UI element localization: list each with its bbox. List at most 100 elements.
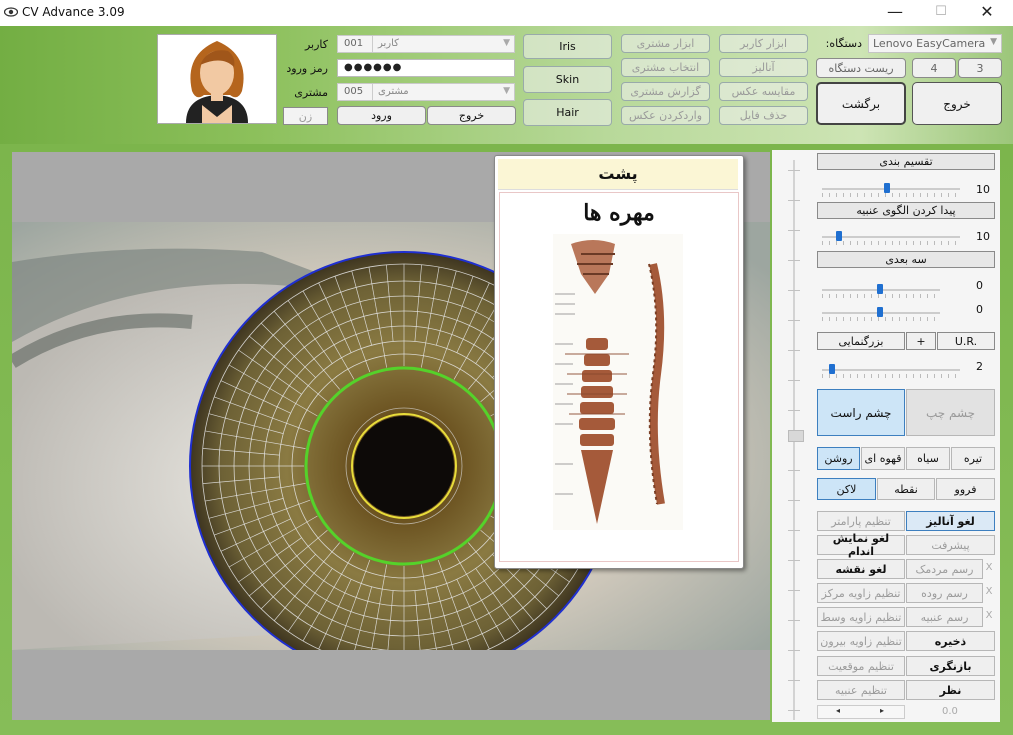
password-label: رمز ورود — [286, 62, 328, 75]
set-iris-button[interactable]: تنظیم عنبیه — [817, 680, 905, 700]
slider-knob[interactable] — [829, 364, 835, 374]
horizontal-scrollbar[interactable]: ◂ ▸ — [817, 705, 905, 719]
user-name: کاربر — [378, 38, 399, 49]
three-d-header[interactable]: سه بعدی — [817, 251, 995, 268]
left-eye-button[interactable]: چشم چپ — [906, 389, 995, 436]
user-avatar-icon — [186, 41, 248, 123]
zoom-value: 2 — [976, 360, 983, 373]
reset-device-button[interactable]: ریست دستگاه — [816, 58, 906, 78]
draw-iris-button[interactable]: رسم عنبیه — [906, 607, 983, 627]
shade-black-button[interactable]: سیاه — [906, 447, 950, 470]
close-button[interactable]: ✕ — [964, 0, 1010, 26]
cancel-analysis-button[interactable]: لغو آنالیز — [906, 511, 995, 531]
slider-knob[interactable] — [884, 183, 890, 193]
coord-readout: 0.0 — [942, 706, 958, 717]
hair-mode-button[interactable]: Hair — [523, 99, 612, 126]
chevron-down-icon: ▼ — [990, 37, 997, 47]
back-button[interactable]: برگشت — [816, 82, 906, 125]
set-params-button[interactable]: تنظیم پارامتر — [817, 511, 905, 531]
segmentation-header[interactable]: تقسیم بندی — [817, 153, 995, 170]
right-eye-button[interactable]: چشم راست — [817, 389, 905, 436]
iris-pattern-value: 10 — [976, 230, 990, 243]
slider-knob[interactable] — [877, 307, 883, 317]
clear-intestine-icon[interactable]: X — [984, 583, 994, 601]
window-title: CV Advance 3.09 — [22, 5, 125, 19]
slider-knob[interactable] — [836, 231, 842, 241]
clear-pupil-icon[interactable]: X — [984, 559, 994, 577]
compare-photo-button[interactable]: مقایسه عکس — [719, 82, 808, 101]
eye-icon — [4, 7, 18, 17]
camera-3-button[interactable]: 3 — [958, 58, 1002, 78]
segmentation-value: 10 — [976, 183, 990, 196]
spine-illustration — [553, 234, 683, 530]
zoom-slider[interactable] — [822, 362, 960, 380]
ur-button[interactable]: U.R. — [937, 332, 995, 350]
shade-brown-button[interactable]: قهوه ای — [861, 447, 905, 470]
plus-button[interactable]: + — [906, 332, 936, 350]
restore-button[interactable]: بازنگری — [906, 656, 995, 676]
mark-lacuna-button[interactable]: لاکن — [817, 478, 876, 500]
save-button[interactable]: ذخیره — [906, 631, 995, 651]
customer-name: مشتری — [378, 86, 409, 97]
user-label: کاربر — [304, 38, 328, 51]
three-d-slider-2[interactable] — [822, 305, 940, 323]
device-value: Lenovo EasyCamera — [873, 37, 986, 50]
three-d-slider-1[interactable] — [822, 282, 940, 300]
shade-light-button[interactable]: روشن — [817, 447, 860, 470]
chevron-down-icon: ▼ — [503, 38, 510, 48]
cancel-organs-button[interactable]: لغو نمایش اندام — [817, 532, 905, 558]
customer-code: 005 — [344, 86, 364, 97]
analyze-button[interactable]: آنالیز — [719, 58, 808, 77]
set-center-angle-button[interactable]: تنظیم زاویه مرکز — [817, 583, 905, 603]
login-button[interactable]: ورود — [337, 106, 426, 125]
customer-select[interactable]: 005 مشتری ▼ — [337, 83, 515, 101]
avatar — [157, 34, 277, 124]
set-position-button[interactable]: تنظیم موقعیت — [817, 656, 905, 676]
user-select[interactable]: 001 کاربر ▼ — [337, 35, 515, 53]
skin-mode-button[interactable]: Skin — [523, 66, 612, 93]
mark-dot-button[interactable]: نقطه — [877, 478, 935, 500]
slider-knob[interactable] — [877, 284, 883, 294]
gender-field[interactable]: زن — [283, 107, 328, 125]
user-tools-button[interactable]: ابزار کاربر — [719, 34, 808, 53]
device-select[interactable]: Lenovo EasyCamera ▼ — [868, 34, 1002, 53]
import-photo-button[interactable]: واردکردن عکس — [621, 106, 710, 125]
segmentation-slider[interactable] — [822, 181, 960, 199]
advanced-button[interactable]: پیشرفت — [906, 535, 995, 555]
set-outer-angle-button[interactable]: تنظیم زاویه بیرون — [817, 631, 905, 651]
shade-dark-button[interactable]: تیره — [951, 447, 995, 470]
camera-4-button[interactable]: 4 — [912, 58, 956, 78]
popup-subtitle: مهره ها — [583, 200, 655, 226]
scroll-left-icon[interactable]: ◂ — [836, 706, 840, 715]
title-bar: CV Advance 3.09 — ☐ ✕ — [0, 0, 1013, 26]
clear-iris-icon[interactable]: X — [984, 607, 994, 625]
password-field[interactable]: ●●●●●● — [337, 59, 515, 77]
customer-report-button[interactable]: گزارش مشتری — [621, 82, 710, 101]
customer-tools-button[interactable]: ابزار مشتری — [621, 34, 710, 53]
draw-pupil-button[interactable]: رسم مردمک — [906, 559, 983, 579]
logout-button[interactable]: خروج — [427, 106, 516, 125]
maximize-button[interactable]: ☐ — [918, 0, 964, 26]
three-d-value-2: 0 — [976, 303, 983, 316]
popup-title: پشت — [498, 159, 738, 190]
minimize-button[interactable]: — — [872, 0, 918, 26]
iris-mode-button[interactable]: Iris — [523, 34, 612, 59]
comment-button[interactable]: نظر — [906, 680, 995, 700]
organ-popup[interactable]: پشت مهره ها — [494, 155, 744, 569]
zoom-button[interactable]: بزرگنمایی — [817, 332, 905, 350]
device-label: :دستگاه — [825, 37, 862, 50]
user-code: 001 — [344, 38, 364, 49]
delete-file-button[interactable]: حذف فایل — [719, 106, 808, 125]
cancel-map-button[interactable]: لغو نقشه — [817, 559, 905, 579]
set-mid-angle-button[interactable]: تنظیم زاویه وسط — [817, 607, 905, 627]
draw-intestine-button[interactable]: رسم روده — [906, 583, 983, 603]
exit-button[interactable]: خروج — [912, 82, 1002, 125]
slider-thumb[interactable] — [788, 430, 804, 442]
scroll-right-icon[interactable]: ▸ — [880, 706, 884, 715]
select-customer-button[interactable]: انتخاب مشتری — [621, 58, 710, 77]
iris-pattern-slider[interactable] — [822, 229, 960, 247]
mark-furrow-button[interactable]: فروو — [936, 478, 995, 500]
three-d-value-1: 0 — [976, 279, 983, 292]
vertical-slider[interactable] — [782, 160, 806, 720]
iris-pattern-header[interactable]: پیدا کردن الگوی عنبیه — [817, 202, 995, 219]
